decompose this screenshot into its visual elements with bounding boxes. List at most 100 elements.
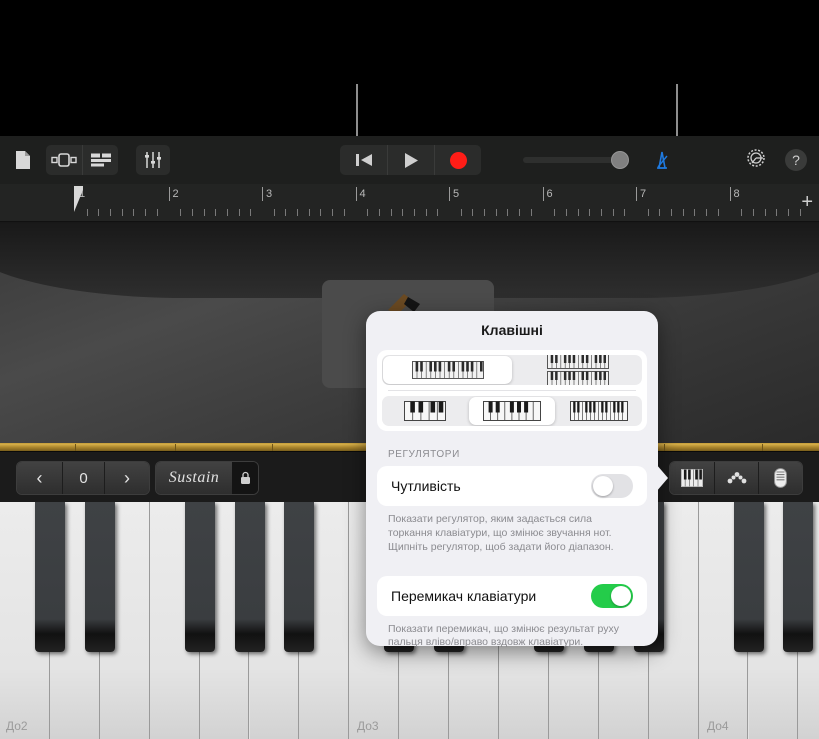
sub-tick <box>565 209 567 216</box>
sub-tick <box>191 209 193 216</box>
sub-tick <box>238 209 240 216</box>
sub-tick <box>776 209 778 216</box>
controls-view-button[interactable] <box>758 462 802 494</box>
lock-icon[interactable] <box>232 462 258 494</box>
key-label: До2 <box>6 719 28 733</box>
keyboard-settings-popover: Клавішні РЕГУЛЯТОРИ Чутливість Показати … <box>366 311 658 648</box>
black-key[interactable] <box>783 502 814 652</box>
mixer-icon[interactable] <box>136 145 170 175</box>
gold-seg <box>75 444 76 451</box>
sub-tick <box>203 209 205 216</box>
sub-tick <box>320 209 322 216</box>
sub-tick <box>507 209 509 216</box>
black-key[interactable] <box>84 502 115 652</box>
bar-tick <box>542 187 544 201</box>
bar-number: 3 <box>266 188 273 200</box>
black-key[interactable] <box>184 502 215 652</box>
bar-number: 7 <box>640 188 647 200</box>
double-row-keyboard-option[interactable] <box>513 355 642 385</box>
octave-prev-button[interactable]: ‹ <box>17 462 62 494</box>
octave-next-button[interactable]: › <box>104 462 149 494</box>
bar-tick <box>636 187 637 201</box>
transport-buttons <box>340 145 481 175</box>
bar-number: 6 <box>546 188 553 200</box>
gold-seg <box>762 444 763 451</box>
sub-tick <box>133 209 135 216</box>
view-segmented-group <box>46 145 118 175</box>
sub-tick <box>425 209 427 216</box>
velocity-toggle[interactable] <box>591 474 633 498</box>
sustain-button[interactable]: Sustain <box>156 462 232 494</box>
size-segmented-control <box>382 396 642 426</box>
sub-tick <box>180 209 182 216</box>
sub-tick <box>343 209 345 216</box>
black-key[interactable] <box>34 502 65 652</box>
octave-stepper: ‹ 0 › <box>16 461 150 495</box>
toggle-knob <box>593 476 613 496</box>
chords-view-button[interactable] <box>714 462 758 494</box>
sub-tick <box>624 209 626 216</box>
sub-tick <box>706 209 708 216</box>
volume-slider[interactable] <box>523 151 629 169</box>
bar-number: 5 <box>453 188 460 200</box>
card-divider <box>388 390 636 391</box>
sub-tick <box>390 209 392 216</box>
playhead[interactable] <box>74 186 84 218</box>
sub-tick <box>308 209 310 216</box>
sub-tick <box>145 209 147 216</box>
transport-group <box>340 145 675 175</box>
key-label: До4 <box>707 719 729 733</box>
black-key[interactable] <box>284 502 315 652</box>
add-section-button[interactable]: + <box>801 191 813 214</box>
sub-tick <box>647 209 649 216</box>
help-button[interactable]: ? <box>785 149 807 171</box>
bar-tick <box>449 187 450 201</box>
key-label: До3 <box>357 719 379 733</box>
layout-segmented-control <box>382 355 642 385</box>
sub-tick <box>694 209 696 216</box>
metronome-icon[interactable] <box>649 147 675 173</box>
velocity-row[interactable]: Чутливість <box>377 466 647 506</box>
sub-tick <box>717 209 719 216</box>
sub-tick <box>332 209 334 216</box>
play-button[interactable] <box>387 145 434 175</box>
toggle-knob <box>611 585 631 606</box>
sub-tick <box>577 209 579 216</box>
view-toggle-icon[interactable] <box>46 145 82 175</box>
medium-keys-option[interactable] <box>469 397 555 425</box>
gold-seg <box>272 444 273 451</box>
keyboard-switch-toggle[interactable] <box>591 583 633 608</box>
sub-tick <box>460 209 462 216</box>
document-icon[interactable] <box>8 145 38 175</box>
bar-tick <box>355 187 357 201</box>
keyboard-layout-card <box>377 350 647 431</box>
large-keys-option[interactable] <box>382 396 468 426</box>
sub-tick <box>589 209 591 216</box>
keyboard-switch-row[interactable]: Перемикач клавіатури <box>377 575 647 616</box>
timeline-ruler[interactable]: 12345678 + <box>0 184 819 222</box>
tracks-icon[interactable] <box>82 145 118 175</box>
gear-icon[interactable] <box>745 147 767 174</box>
single-row-keyboard-option[interactable] <box>383 356 512 384</box>
volume-knob[interactable] <box>611 151 629 169</box>
sub-tick <box>752 209 754 216</box>
keyboard-view-button[interactable] <box>670 462 714 494</box>
record-button[interactable] <box>434 145 481 175</box>
rewind-button[interactable] <box>340 145 387 175</box>
sub-tick <box>495 209 497 216</box>
record-dot-icon <box>449 151 467 169</box>
garageband-window: ? 12345678 + ‹ 0 › Sustain До2 До3 До4 К… <box>0 0 819 739</box>
black-key[interactable] <box>234 502 265 652</box>
sub-tick <box>741 209 743 216</box>
gold-seg <box>664 444 665 451</box>
black-key[interactable] <box>733 502 764 652</box>
bar-number: 4 <box>359 188 366 200</box>
sub-tick <box>612 209 614 216</box>
sub-tick <box>437 209 439 216</box>
small-keys-option[interactable] <box>556 396 642 426</box>
sub-tick <box>472 209 474 216</box>
keyboard-switch-label: Перемикач клавіатури <box>391 587 537 604</box>
bar-number: 8 <box>733 188 740 200</box>
popover-arrow <box>656 464 668 492</box>
sub-tick <box>402 209 404 216</box>
